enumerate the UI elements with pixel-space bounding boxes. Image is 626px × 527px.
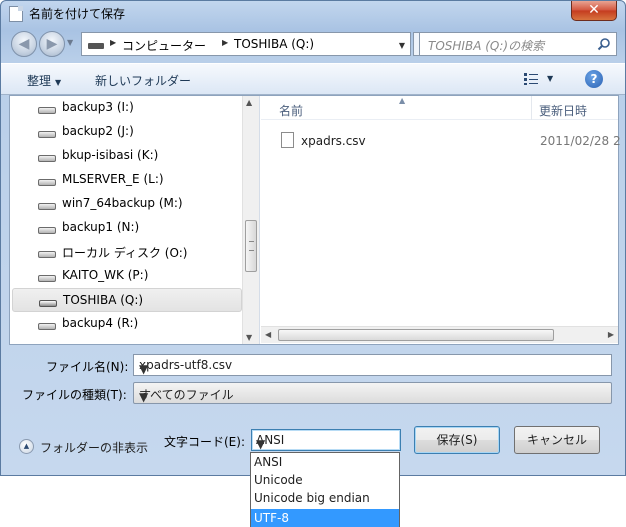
encoding-dropdown-list: ANSI Unicode Unicode big endian UTF-8 — [250, 452, 400, 527]
organize-label: 整理 — [27, 74, 52, 88]
encoding-option-utf8[interactable]: UTF-8 — [251, 509, 399, 527]
save-as-dialog: 名前を付けて保存 ✕ ◀ ▶ ▼ ▶ コンピューター ▶ TOSHIBA (Q:… — [0, 0, 626, 476]
drive-icon — [38, 275, 56, 282]
chevron-down-icon[interactable]: ▼ — [547, 74, 553, 83]
encoding-option-unicode-big-endian[interactable]: Unicode big endian — [251, 489, 399, 507]
arrow-left-icon: ◀ — [18, 36, 30, 52]
recent-pages-dropdown[interactable]: ▼ — [67, 38, 73, 47]
drive-icon — [39, 300, 57, 307]
nav-item-label: TOSHIBA (Q:) — [63, 293, 144, 307]
filename-label: ファイル名(N): — [46, 360, 129, 374]
navigation-bar: ◀ ▶ ▼ ▶ コンピューター ▶ TOSHIBA (Q:) ▼ ↻ TOSHI… — [7, 29, 619, 59]
title-bar[interactable]: 名前を付けて保存 ✕ — [1, 1, 625, 27]
grip-icon — [249, 241, 254, 251]
column-date-header[interactable]: 更新日時 — [539, 102, 587, 119]
close-button[interactable]: ✕ — [571, 1, 617, 21]
encoding-option-unicode[interactable]: Unicode — [251, 471, 399, 489]
encoding-select[interactable]: ANSI ▼ — [251, 429, 401, 451]
scroll-left-icon[interactable]: ◀ — [265, 330, 271, 339]
scrollbar-thumb[interactable] — [245, 220, 257, 272]
encoding-label: 文字コード(E): — [164, 435, 245, 449]
nav-item-win7-64backup[interactable]: win7_64backup (M:) — [12, 192, 242, 216]
nav-item-label: bkup-isibasi (K:) — [62, 148, 159, 162]
nav-item-backup3[interactable]: backup3 (I:) — [12, 96, 242, 120]
nav-item-backup2[interactable]: backup2 (J:) — [12, 120, 242, 144]
nav-item-label: backup3 (I:) — [62, 100, 134, 114]
back-button[interactable]: ◀ — [11, 31, 37, 57]
encoding-option-ansi[interactable]: ANSI — [251, 453, 399, 471]
column-header: 名前 ▲ 更新日時 — [261, 96, 618, 120]
nav-item-bkup-isibasi[interactable]: bkup-isibasi (K:) — [12, 144, 242, 168]
chevron-down-icon[interactable]: ▼ — [399, 41, 405, 50]
scrollbar-thumb[interactable] — [278, 329, 554, 341]
organize-button[interactable]: 整理 ▼ — [27, 72, 61, 89]
breadcrumb-computer[interactable]: コンピューター — [122, 37, 206, 54]
drive-icon — [38, 323, 56, 330]
file-icon — [281, 132, 294, 148]
nav-item-label: win7_64backup (M:) — [62, 196, 183, 210]
address-bar[interactable]: ▶ コンピューター ▶ TOSHIBA (Q:) ▼ — [81, 32, 411, 56]
file-name: xpadrs.csv — [301, 134, 366, 148]
file-list-scrollbar[interactable]: ◀ ▶ — [261, 326, 618, 343]
help-icon[interactable]: ? — [585, 70, 603, 88]
chevron-down-icon: ▼ — [139, 390, 149, 404]
forward-button[interactable]: ▶ — [39, 31, 65, 57]
filetype-label: ファイルの種類(T): — [22, 388, 127, 402]
navigation-pane: backup3 (I:) backup2 (J:) bkup-isibasi (… — [10, 96, 260, 344]
command-bar: 整理 ▼ 新しいフォルダー ▼ ? — [1, 63, 625, 95]
window-title: 名前を付けて保存 — [29, 7, 126, 21]
nav-item-kaito-wk[interactable]: KAITO_WK (P:) — [12, 264, 242, 288]
hide-folders-toggle[interactable]: ▲ フォルダーの非表示 — [19, 438, 159, 456]
chevron-up-icon: ▲ — [19, 439, 34, 454]
file-row[interactable]: xpadrs.csv 2011/02/28 2 — [279, 132, 621, 152]
nav-item-backup1[interactable]: backup1 (N:) — [12, 216, 242, 240]
file-list-pane: 名前 ▲ 更新日時 xpadrs.csv 2011/02/28 2 ◀ ▶ — [261, 96, 621, 344]
nav-item-label: KAITO_WK (P:) — [62, 268, 149, 282]
filetype-select[interactable]: すべてのファイル ▼ — [133, 382, 612, 404]
nav-pane-scrollbar[interactable]: ▲ ▼ — [242, 96, 259, 344]
filename-input[interactable]: xpadrs-utf8.csv ▼ — [133, 354, 612, 376]
drive-icon — [38, 155, 56, 162]
chevron-right-icon[interactable]: ▶ — [222, 38, 228, 47]
drive-icon — [38, 107, 56, 114]
nav-item-label: ローカル ディスク (O:) — [62, 246, 188, 260]
column-name-header[interactable]: 名前 — [279, 102, 303, 119]
scroll-up-icon[interactable]: ▲ — [246, 98, 252, 107]
nav-item-backup4[interactable]: backup4 (R:) — [12, 312, 242, 336]
drive-icon — [38, 131, 56, 138]
scroll-right-icon[interactable]: ▶ — [608, 330, 614, 339]
drive-icon — [38, 203, 56, 210]
nav-item-label: MLSERVER_E (L:) — [62, 172, 164, 186]
chevron-down-icon: ▼ — [256, 437, 266, 451]
nav-item-local-disk[interactable]: ローカル ディスク (O:) — [12, 240, 242, 264]
nav-item-mlserver-e[interactable]: MLSERVER_E (L:) — [12, 168, 242, 192]
search-input[interactable]: TOSHIBA (Q:)の検索 — [419, 32, 617, 56]
cancel-button[interactable]: キャンセル — [514, 426, 600, 454]
search-icon[interactable] — [597, 37, 611, 51]
browser-panes: backup3 (I:) backup2 (J:) bkup-isibasi (… — [9, 95, 621, 345]
nav-item-label: backup1 (N:) — [62, 220, 140, 234]
nav-item-label: backup4 (R:) — [62, 316, 139, 330]
save-button[interactable]: 保存(S) — [414, 426, 500, 454]
chevron-right-icon[interactable]: ▶ — [110, 38, 116, 47]
breadcrumb-toshiba[interactable]: TOSHIBA (Q:) — [234, 37, 314, 51]
sort-ascending-icon: ▲ — [399, 96, 406, 105]
drive-icon — [88, 43, 104, 49]
document-icon — [9, 6, 23, 22]
drive-icon — [38, 179, 56, 186]
scroll-down-icon[interactable]: ▼ — [246, 333, 252, 342]
chevron-down-icon: ▼ — [55, 78, 62, 87]
file-date: 2011/02/28 2 — [540, 134, 621, 148]
search-placeholder: TOSHIBA (Q:)の検索 — [428, 39, 545, 53]
arrow-right-icon: ▶ — [46, 36, 58, 52]
drive-icon — [38, 251, 56, 258]
drive-icon — [38, 227, 56, 234]
nav-item-label: backup2 (J:) — [62, 124, 134, 138]
view-options-icon[interactable] — [523, 72, 539, 86]
column-divider[interactable] — [531, 96, 532, 120]
chevron-down-icon[interactable]: ▼ — [139, 362, 606, 376]
nav-item-toshiba[interactable]: TOSHIBA (Q:) — [12, 288, 242, 312]
new-folder-button[interactable]: 新しいフォルダー — [95, 72, 191, 89]
hide-folders-label: フォルダーの非表示 — [40, 441, 149, 455]
